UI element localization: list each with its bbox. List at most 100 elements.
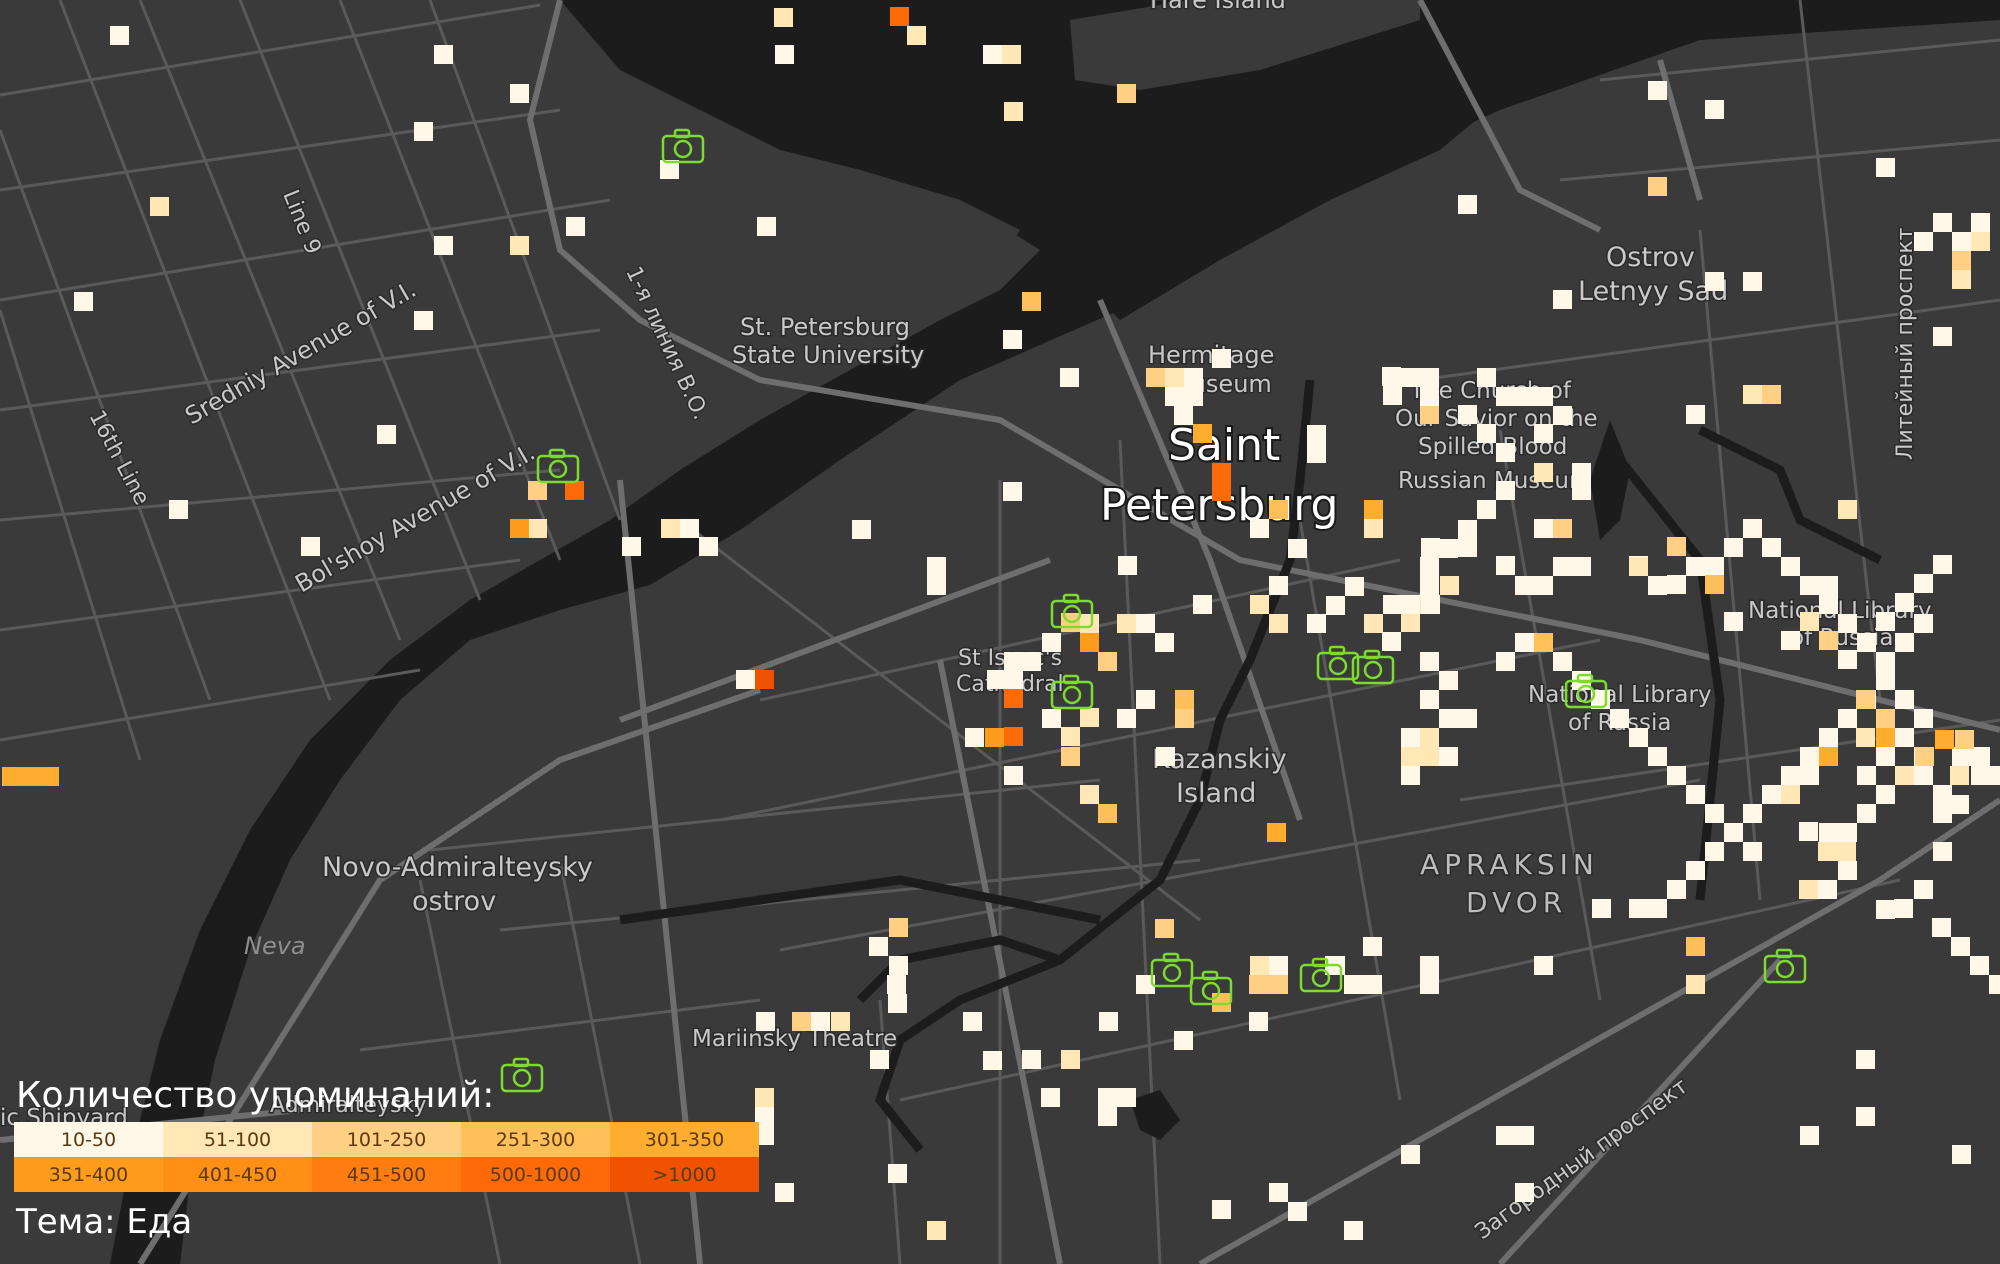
mention-cell xyxy=(1250,956,1269,975)
mention-cell xyxy=(1022,292,1041,311)
mention-cell xyxy=(1629,728,1648,747)
mention-cell xyxy=(1819,595,1838,614)
mention-cell xyxy=(528,519,547,538)
mention-cell xyxy=(40,767,59,786)
mention-cell xyxy=(1895,690,1914,709)
mention-cell xyxy=(169,500,188,519)
mention-cell xyxy=(1705,842,1724,861)
mention-cell xyxy=(1004,689,1023,708)
mention-cell xyxy=(1818,842,1837,861)
mention-cell xyxy=(1249,975,1268,994)
mention-cell xyxy=(1971,747,1990,766)
mention-cell xyxy=(1250,595,1269,614)
mention-cell xyxy=(1515,576,1534,595)
mention-cell xyxy=(889,956,908,975)
mention-cell xyxy=(1876,652,1895,671)
mention-cell xyxy=(1971,232,1990,251)
mention-cell xyxy=(1648,747,1667,766)
mention-cell xyxy=(1818,880,1837,899)
mention-cell xyxy=(1174,1031,1193,1050)
mention-cell xyxy=(1174,406,1193,425)
label-neva: Neva xyxy=(244,932,306,960)
mention-cell xyxy=(811,1012,830,1031)
mention-cell xyxy=(1592,899,1611,918)
mention-cell xyxy=(852,520,871,539)
mention-cell xyxy=(1876,728,1895,747)
mention-cell xyxy=(1439,671,1458,690)
mention-cell xyxy=(1440,576,1459,595)
mention-cell xyxy=(1950,766,1969,785)
mention-cell xyxy=(1439,539,1458,558)
mention-cell xyxy=(434,45,453,64)
mention-cell xyxy=(1420,576,1439,595)
mention-cell xyxy=(1363,975,1382,994)
legend-bin-2: 51-100 xyxy=(163,1122,312,1157)
mention-cell xyxy=(2,767,21,786)
mention-cell xyxy=(1952,270,1971,289)
mention-cell xyxy=(1146,368,1165,387)
mention-cell xyxy=(1705,100,1724,119)
mention-cell xyxy=(1572,557,1591,576)
mention-cell xyxy=(1895,728,1914,747)
mention-cell xyxy=(1629,557,1648,576)
mention-cell xyxy=(434,236,453,255)
mention-cell xyxy=(1914,232,1933,251)
mention-cell xyxy=(1534,519,1553,538)
mention-cell xyxy=(1184,387,1203,406)
mention-cell xyxy=(1004,652,1023,671)
mention-cell xyxy=(1477,368,1496,387)
mention-cell xyxy=(74,292,93,311)
mention-cell xyxy=(1838,709,1857,728)
mention-cell xyxy=(1420,956,1439,975)
label-kazanskiy-2: Island xyxy=(1176,778,1256,809)
mention-cell xyxy=(1572,481,1591,500)
mention-cell xyxy=(1098,1107,1117,1126)
mention-cell xyxy=(1212,463,1231,482)
mention-cell xyxy=(510,84,529,103)
mention-cell xyxy=(1401,747,1420,766)
label-dvor: DVOR xyxy=(1466,886,1567,919)
mention-cell xyxy=(1382,632,1401,651)
mention-cell xyxy=(1042,709,1061,728)
mention-cell xyxy=(831,1012,850,1031)
mention-cell xyxy=(1401,1145,1420,1164)
mention-cell xyxy=(1933,804,1952,823)
mention-cell xyxy=(1955,730,1974,749)
mention-cell xyxy=(1914,709,1933,728)
mention-cell xyxy=(1935,730,1954,749)
mention-cell xyxy=(1856,1107,1875,1126)
mention-cell xyxy=(1876,671,1895,690)
mention-cell xyxy=(1553,519,1572,538)
mention-cell xyxy=(1629,899,1648,918)
mention-cell xyxy=(1951,937,1970,956)
mention-cell xyxy=(1933,213,1952,232)
mention-cell xyxy=(1269,975,1288,994)
mention-cell xyxy=(1762,385,1781,404)
mention-cell xyxy=(1061,747,1080,766)
mention-cell xyxy=(1458,195,1477,214)
legend-title: Количество упоминаний: xyxy=(16,1075,495,1116)
mention-cell xyxy=(1269,576,1288,595)
mention-cell xyxy=(1042,633,1061,652)
mention-cell xyxy=(1553,652,1572,671)
mention-cell xyxy=(1496,481,1515,500)
mention-cell xyxy=(1648,81,1667,100)
map-canvas[interactable]: Hare Island Line 9 16th Line Sredniy Ave… xyxy=(0,0,2000,1264)
mention-cell xyxy=(1080,785,1099,804)
mention-cell xyxy=(1876,709,1895,728)
mention-cell xyxy=(414,311,433,330)
mention-cell xyxy=(1667,880,1686,899)
mention-cell xyxy=(1420,652,1439,671)
mention-cell xyxy=(1534,463,1553,482)
label-hare-island: Hare Island xyxy=(1150,0,1286,14)
mention-cell xyxy=(1098,652,1117,671)
mention-cell xyxy=(1648,899,1667,918)
mention-cell xyxy=(736,670,755,689)
legend-bin-8: 451-500 xyxy=(312,1157,461,1192)
mention-cell xyxy=(792,1012,811,1031)
legend-bin-5: 301-350 xyxy=(610,1122,759,1157)
mention-cell xyxy=(1269,500,1288,519)
mention-cell xyxy=(1420,690,1439,709)
mention-cell xyxy=(1496,652,1515,671)
mention-cell xyxy=(1420,368,1439,387)
